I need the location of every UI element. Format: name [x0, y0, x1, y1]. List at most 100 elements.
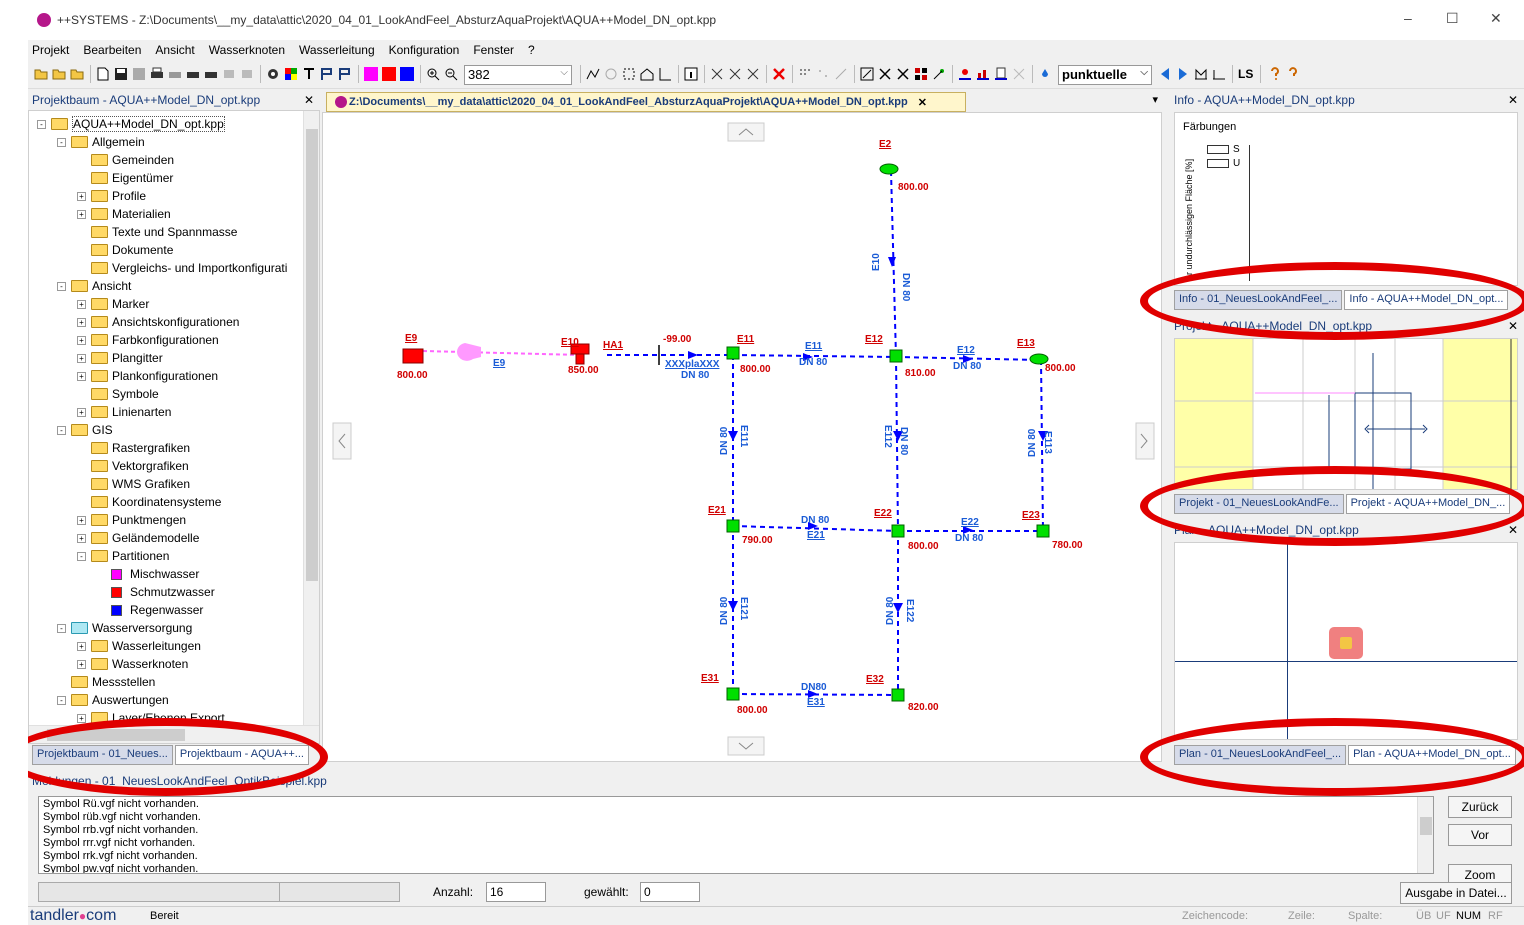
zoom-combobox[interactable]: 382 ⌵	[464, 65, 572, 85]
scroll-right-button[interactable]	[1135, 422, 1155, 460]
collapse-icon[interactable]: -	[57, 281, 66, 291]
tree-item[interactable]: Symbole	[77, 385, 159, 403]
expand-icon[interactable]: +	[77, 335, 86, 345]
delete-icon[interactable]	[772, 67, 786, 81]
zoom-out-icon[interactable]	[444, 67, 458, 81]
close-icon[interactable]: ✕	[1508, 523, 1518, 537]
tree-item[interactable]: Vergleichs- und Importkonfigurati	[77, 259, 287, 277]
house-tool-icon[interactable]	[640, 67, 654, 81]
expand-icon[interactable]: +	[77, 209, 86, 219]
close-icon[interactable]: ✕	[1508, 93, 1518, 107]
network-tool-icon-3[interactable]	[746, 67, 760, 81]
node-e31[interactable]	[726, 687, 740, 701]
close-icon[interactable]: ✕	[1508, 319, 1518, 333]
text-tool-icon[interactable]	[302, 67, 316, 81]
tree-item[interactable]: Eigentümer	[77, 169, 173, 187]
collapse-icon[interactable]: -	[37, 119, 46, 129]
arrow-tool-icon[interactable]	[834, 67, 848, 81]
forward-button[interactable]: Vor	[1448, 824, 1512, 846]
tree-item[interactable]: WMS Grafiken	[77, 475, 190, 493]
info-tool-icon[interactable]	[684, 67, 698, 81]
layers-icon[interactable]	[914, 67, 928, 81]
menu-ansicht[interactable]: Ansicht	[155, 43, 194, 57]
save-icon[interactable]	[114, 67, 128, 81]
node-e11[interactable]	[726, 346, 740, 360]
open-folder-icon-2[interactable]	[52, 67, 66, 81]
document-tab[interactable]: Z:\Documents\__my_data\attic\2020_04_01_…	[326, 92, 966, 112]
tree-item[interactable]: + Linienarten	[77, 403, 171, 421]
menu-help[interactable]: ?	[528, 43, 535, 57]
tree-item[interactable]: - Partitionen	[77, 547, 169, 565]
open-folder-icon[interactable]	[34, 67, 48, 81]
tree-item[interactable]: Rastergrafiken	[77, 439, 190, 457]
tree-item[interactable]: + Plangitter	[77, 349, 163, 367]
pump-icon[interactable]	[456, 343, 481, 361]
maximize-button[interactable]: ☐	[1446, 10, 1459, 27]
tree-item[interactable]: + Geländemodelle	[77, 529, 199, 547]
expand-icon[interactable]: +	[77, 353, 86, 363]
measure-tool-icon[interactable]	[604, 67, 618, 81]
edit-tool-icon[interactable]	[860, 67, 874, 81]
profile-tool-icon-2[interactable]	[1212, 67, 1226, 81]
expand-icon[interactable]: +	[77, 371, 86, 381]
tree-item[interactable]: + Wasserleitungen	[77, 637, 201, 655]
close-window-button[interactable]: ✕	[1490, 10, 1502, 27]
partition-regenwasser-icon[interactable]	[400, 67, 414, 81]
tree-item[interactable]: - Ansicht	[57, 277, 131, 295]
menu-bearbeiten[interactable]: Bearbeiten	[83, 43, 141, 57]
expand-icon[interactable]: +	[77, 407, 86, 417]
menu-projekt[interactable]: Projekt	[32, 43, 69, 57]
expand-icon[interactable]: +	[77, 659, 86, 669]
expand-icon[interactable]: +	[77, 533, 86, 543]
tree-item[interactable]: Mischwasser	[97, 565, 199, 583]
marker-icon[interactable]	[958, 67, 972, 81]
node-tool-icon[interactable]	[932, 67, 946, 81]
scroll-up-button[interactable]	[727, 122, 765, 142]
collapse-icon[interactable]: -	[57, 137, 66, 147]
menu-konfiguration[interactable]: Konfiguration	[389, 43, 460, 57]
arrow-left-icon[interactable]	[1158, 67, 1172, 81]
help-icon[interactable]	[1268, 67, 1282, 81]
minimize-button[interactable]: –	[1404, 10, 1412, 26]
expand-icon[interactable]: +	[77, 515, 86, 525]
expand-icon[interactable]: +	[77, 191, 86, 201]
tree-scrollbar[interactable]	[303, 111, 319, 725]
tree-item[interactable]: + Punktmengen	[77, 511, 186, 529]
expand-icon[interactable]: +	[77, 317, 86, 327]
tree-item[interactable]: - Auswertungen	[57, 691, 169, 709]
tree-item[interactable]: Schmutzwasser	[97, 583, 215, 601]
scroll-left-button[interactable]	[332, 422, 352, 460]
partition-schmutzwasser-icon[interactable]	[382, 67, 396, 81]
print-preview-icon[interactable]	[168, 67, 182, 81]
tree-item[interactable]: + Materialien	[77, 205, 171, 223]
menu-fenster[interactable]: Fenster	[473, 43, 514, 57]
open-folder-icon-3[interactable]	[70, 67, 84, 81]
scrollbar-thumb[interactable]	[1420, 817, 1432, 835]
tree-item[interactable]: Gemeinden	[77, 151, 174, 169]
network-tool-icon-2[interactable]	[728, 67, 742, 81]
partition-mischwasser-icon[interactable]	[364, 67, 378, 81]
drop-icon[interactable]	[1038, 67, 1052, 81]
messages-scrollbar[interactable]	[1417, 797, 1433, 873]
cross-tool-icon[interactable]	[878, 67, 892, 81]
help-icon-2[interactable]	[1286, 67, 1300, 81]
arrow-right-icon[interactable]	[1176, 67, 1190, 81]
node-e9[interactable]	[402, 348, 424, 364]
import-icon[interactable]	[240, 67, 254, 81]
splitter[interactable]	[1164, 90, 1170, 762]
node-e32[interactable]	[891, 688, 905, 702]
tree-item[interactable]: - Allgemein	[57, 133, 145, 151]
select-area-icon[interactable]	[622, 67, 636, 81]
flag-tool-icon-2[interactable]	[338, 67, 352, 81]
mode-combobox[interactable]: punktuelle ⌵	[1058, 65, 1152, 85]
cross-tool-icon-2[interactable]	[896, 67, 910, 81]
scrollbar-thumb[interactable]	[306, 129, 318, 581]
color-palette-icon[interactable]	[284, 67, 298, 81]
export-to-file-button[interactable]: Ausgabe in Datei...	[1400, 882, 1512, 904]
plan-panel[interactable]	[1174, 542, 1518, 740]
tree-item[interactable]: + Marker	[77, 295, 149, 313]
scroll-down-button[interactable]	[727, 736, 765, 756]
save-all-icon[interactable]	[132, 67, 146, 81]
settings-gear-icon[interactable]	[266, 67, 280, 81]
plot-icon[interactable]	[204, 67, 218, 81]
